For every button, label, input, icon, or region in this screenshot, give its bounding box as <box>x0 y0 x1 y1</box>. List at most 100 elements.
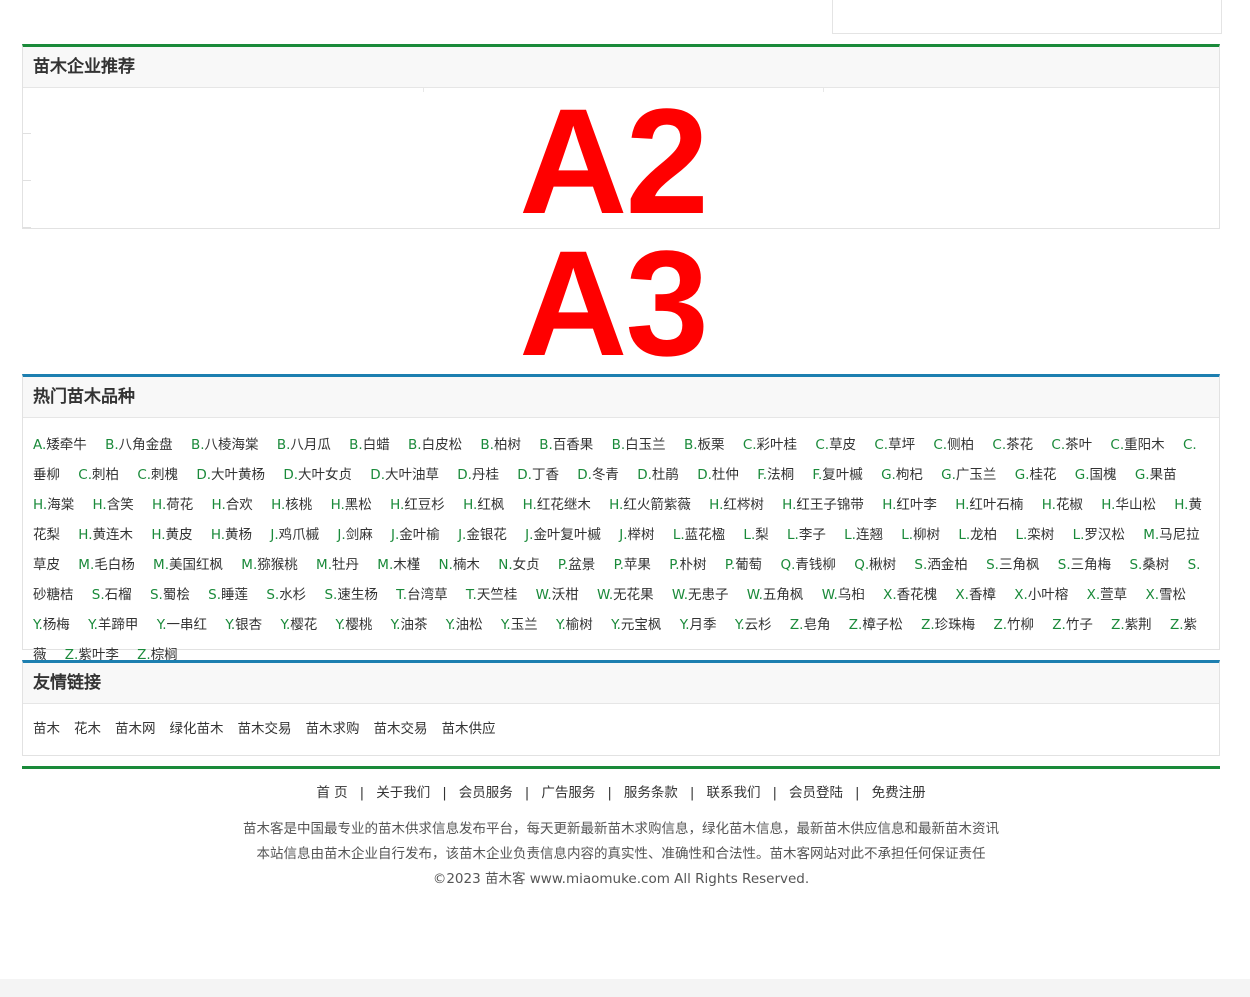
variety-link[interactable]: S.三角梅 <box>1058 557 1111 573</box>
variety-link[interactable]: H.红豆杉 <box>390 497 445 513</box>
variety-link[interactable]: L.龙柏 <box>958 527 997 543</box>
variety-link[interactable]: Z.竹子 <box>1052 617 1093 633</box>
variety-link[interactable]: D.丁香 <box>517 467 559 483</box>
friend-link[interactable]: 苗木网 <box>115 721 156 737</box>
variety-link[interactable]: J.金银花 <box>458 527 507 543</box>
variety-link[interactable]: B.白蜡 <box>349 437 390 453</box>
variety-link[interactable]: X.萱草 <box>1087 587 1128 603</box>
variety-link[interactable]: B.白皮松 <box>408 437 462 453</box>
friend-link[interactable]: 苗木交易 <box>238 721 292 737</box>
variety-link[interactable]: B.八月瓜 <box>277 437 331 453</box>
variety-link[interactable]: Z.紫荆 <box>1111 617 1152 633</box>
variety-link[interactable]: L.连翘 <box>844 527 883 543</box>
variety-link[interactable]: L.柳树 <box>901 527 940 543</box>
variety-link[interactable]: C.茶叶 <box>1051 437 1092 453</box>
variety-link[interactable]: B.白玉兰 <box>612 437 666 453</box>
variety-link[interactable]: M.牡丹 <box>316 557 359 573</box>
ad-slot-a3[interactable]: A3 <box>508 228 718 378</box>
variety-link[interactable]: S.石榴 <box>92 587 132 603</box>
footer-nav-link[interactable]: 联系我们 <box>706 785 760 801</box>
variety-link[interactable]: C.重阳木 <box>1110 437 1164 453</box>
footer-nav-link[interactable]: 服务条款 <box>624 785 678 801</box>
variety-link[interactable]: C.草皮 <box>815 437 856 453</box>
variety-link[interactable]: A.矮牵牛 <box>33 437 87 453</box>
variety-link[interactable]: S.洒金柏 <box>914 557 967 573</box>
variety-link[interactable]: Y.榆树 <box>556 617 593 633</box>
variety-link[interactable]: P.苹果 <box>614 557 651 573</box>
variety-link[interactable]: P.盆景 <box>558 557 595 573</box>
variety-link[interactable]: H.红枫 <box>463 497 504 513</box>
variety-link[interactable]: T.台湾草 <box>396 587 447 603</box>
variety-link[interactable]: C.刺柏 <box>78 467 119 483</box>
friend-link[interactable]: 绿化苗木 <box>170 721 224 737</box>
variety-link[interactable]: C.侧柏 <box>933 437 974 453</box>
variety-link[interactable]: H.红叶石楠 <box>955 497 1023 513</box>
variety-link[interactable]: H.黄杨 <box>211 527 252 543</box>
variety-link[interactable]: S.蜀桧 <box>150 587 190 603</box>
variety-link[interactable]: H.海棠 <box>33 497 74 513</box>
footer-nav-link[interactable]: 免费注册 <box>872 785 926 801</box>
variety-link[interactable]: X.香花槐 <box>883 587 937 603</box>
variety-link[interactable]: C.刺槐 <box>137 467 178 483</box>
variety-link[interactable]: D.杜鹃 <box>637 467 679 483</box>
variety-link[interactable]: H.黄连木 <box>78 527 133 543</box>
variety-link[interactable]: Y.羊蹄甲 <box>88 617 138 633</box>
variety-link[interactable]: G.果苗 <box>1135 467 1177 483</box>
footer-nav-link[interactable]: 广告服务 <box>541 785 595 801</box>
variety-link[interactable]: J.金叶复叶槭 <box>525 527 601 543</box>
friend-link[interactable]: 苗木交易 <box>374 721 428 737</box>
variety-link[interactable]: G.枸杞 <box>881 467 923 483</box>
variety-link[interactable]: W.无花果 <box>597 587 654 603</box>
variety-link[interactable]: W.沃柑 <box>536 587 579 603</box>
variety-link[interactable]: Z.樟子松 <box>849 617 903 633</box>
variety-link[interactable]: M.美国红枫 <box>153 557 223 573</box>
footer-nav-link[interactable]: 关于我们 <box>376 785 430 801</box>
variety-link[interactable]: Z.皂角 <box>790 617 831 633</box>
variety-link[interactable]: Y.油松 <box>446 617 483 633</box>
variety-link[interactable]: P.朴树 <box>669 557 706 573</box>
variety-link[interactable]: H.核桃 <box>271 497 312 513</box>
variety-link[interactable]: L.栾树 <box>1015 527 1054 543</box>
variety-link[interactable]: B.百香果 <box>539 437 593 453</box>
variety-link[interactable]: W.五角枫 <box>747 587 804 603</box>
variety-link[interactable]: B.八角金盘 <box>105 437 173 453</box>
variety-link[interactable]: X.雪松 <box>1145 587 1186 603</box>
variety-link[interactable]: H.合欢 <box>212 497 253 513</box>
variety-link[interactable]: W.乌桕 <box>822 587 865 603</box>
variety-link[interactable]: Y.银杏 <box>225 617 262 633</box>
variety-link[interactable]: P.葡萄 <box>725 557 762 573</box>
variety-link[interactable]: X.小叶榕 <box>1014 587 1068 603</box>
variety-link[interactable]: Y.元宝枫 <box>611 617 661 633</box>
variety-link[interactable]: Y.一串红 <box>157 617 207 633</box>
variety-link[interactable]: J.剑麻 <box>337 527 372 543</box>
variety-link[interactable]: L.蓝花楹 <box>673 527 725 543</box>
variety-link[interactable]: M.毛白杨 <box>78 557 134 573</box>
variety-link[interactable]: C.彩叶桂 <box>743 437 797 453</box>
variety-link[interactable]: G.国槐 <box>1075 467 1117 483</box>
variety-link[interactable]: H.华山松 <box>1101 497 1156 513</box>
variety-link[interactable]: Y.杨梅 <box>33 617 70 633</box>
variety-link[interactable]: Y.樱花 <box>280 617 317 633</box>
variety-link[interactable]: S.三角枫 <box>986 557 1039 573</box>
variety-link[interactable]: D.丹桂 <box>457 467 499 483</box>
variety-link[interactable]: H.含笑 <box>93 497 134 513</box>
variety-link[interactable]: J.榉树 <box>619 527 654 543</box>
variety-link[interactable]: S.水杉 <box>266 587 306 603</box>
footer-nav-link[interactable]: 首 页 <box>316 785 347 801</box>
variety-link[interactable]: C.草坪 <box>874 437 915 453</box>
friend-link[interactable]: 花木 <box>74 721 101 737</box>
variety-link[interactable]: D.大叶油草 <box>370 467 439 483</box>
variety-link[interactable]: Y.樱桃 <box>336 617 373 633</box>
variety-link[interactable]: L.李子 <box>787 527 826 543</box>
variety-link[interactable]: B.八棱海棠 <box>191 437 259 453</box>
variety-link[interactable]: C.茶花 <box>992 437 1033 453</box>
variety-link[interactable]: T.天竺桂 <box>466 587 517 603</box>
variety-link[interactable]: J.鸡爪槭 <box>270 527 319 543</box>
variety-link[interactable]: D.大叶黄杨 <box>196 467 265 483</box>
variety-link[interactable]: S.睡莲 <box>208 587 248 603</box>
friend-link[interactable]: 苗木供应 <box>442 721 496 737</box>
variety-link[interactable]: G.广玉兰 <box>941 467 996 483</box>
variety-link[interactable]: W.无患子 <box>672 587 729 603</box>
variety-link[interactable]: N.楠木 <box>439 557 480 573</box>
variety-link[interactable]: Y.月季 <box>680 617 717 633</box>
